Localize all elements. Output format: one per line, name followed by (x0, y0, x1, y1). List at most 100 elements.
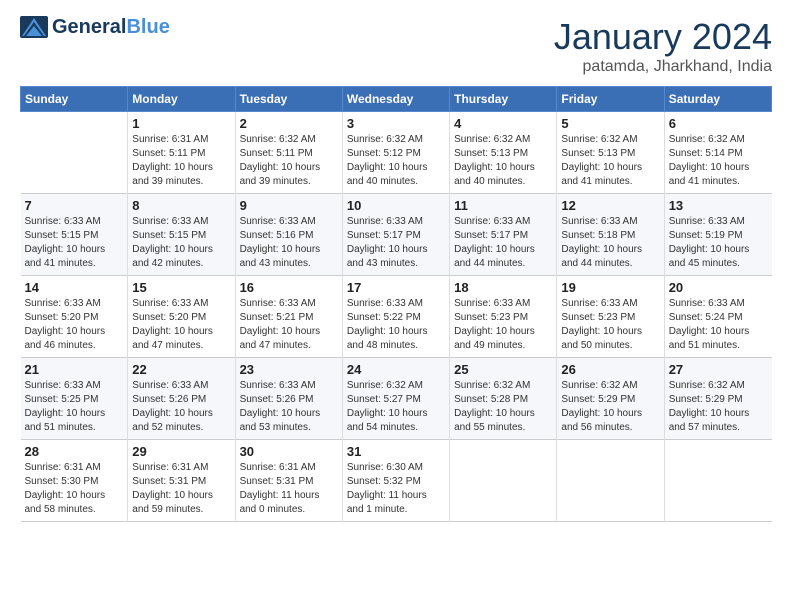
day-info: Sunrise: 6:32 AM Sunset: 5:13 PM Dayligh… (561, 133, 659, 189)
calendar-day: 19Sunrise: 6:33 AM Sunset: 5:23 PM Dayli… (557, 276, 664, 358)
title-block: January 2024 patamda, Jharkhand, India (554, 16, 772, 76)
logo-general: General (52, 16, 126, 38)
calendar-day: 25 Sunrise: 6:32 AM Sunset: 5:28 PM Dayli… (450, 358, 557, 440)
day-number: 6 (669, 116, 768, 131)
day-info: Sunrise: 6:32 AM Sunset: 5:29 PM Dayligh… (561, 379, 659, 435)
calendar-day: 23 Sunrise: 6:33 AM Sunset: 5:26 PM Dayli… (235, 358, 342, 440)
day-info: Sunrise: 6:33 AM Sunset: 5:24 PM Dayligh… (669, 297, 768, 353)
logo: GeneralBlue (20, 16, 170, 38)
day-number: 24 (347, 362, 445, 377)
day-number: 31 (347, 444, 445, 459)
calendar-day: 15 Sunrise: 6:33 AM Sunset: 5:20 PM Dayli… (128, 276, 235, 358)
month-title: January 2024 (554, 16, 772, 58)
calendar-week-4: 21 Sunrise: 6:33 AM Sunset: 5:25 PM Dayli… (21, 358, 772, 440)
calendar-day (450, 440, 557, 522)
day-number: 25 (454, 362, 552, 377)
day-info: Sunrise: 6:33 AM Sunset: 5:19 PM Dayligh… (669, 215, 768, 271)
calendar-day: 9Sunrise: 6:33 AM Sunset: 5:16 PM Daylig… (235, 194, 342, 276)
col-wednesday: Wednesday (342, 87, 449, 112)
day-info: Sunrise: 6:31 AM Sunset: 5:11 PM Dayligh… (132, 133, 230, 189)
calendar-week-2: 7 Sunrise: 6:33 AM Sunset: 5:15 PM Daylig… (21, 194, 772, 276)
day-number: 26 (561, 362, 659, 377)
calendar-day: 28 Sunrise: 6:31 AM Sunset: 5:30 PM Dayli… (21, 440, 128, 522)
calendar-day: 1 Sunrise: 6:31 AM Sunset: 5:11 PM Daylig… (128, 112, 235, 194)
calendar-day: 16Sunrise: 6:33 AM Sunset: 5:21 PM Dayli… (235, 276, 342, 358)
calendar-day: 3Sunrise: 6:32 AM Sunset: 5:12 PM Daylig… (342, 112, 449, 194)
day-number: 1 (132, 116, 230, 131)
day-info: Sunrise: 6:33 AM Sunset: 5:17 PM Dayligh… (454, 215, 552, 271)
calendar-day (664, 440, 771, 522)
day-number: 28 (25, 444, 124, 459)
calendar-day: 26 Sunrise: 6:32 AM Sunset: 5:29 PM Dayli… (557, 358, 664, 440)
day-number: 3 (347, 116, 445, 131)
calendar-day: 6Sunrise: 6:32 AM Sunset: 5:14 PM Daylig… (664, 112, 771, 194)
day-number: 27 (669, 362, 768, 377)
day-info: Sunrise: 6:32 AM Sunset: 5:29 PM Dayligh… (669, 379, 768, 435)
day-number: 7 (25, 198, 124, 213)
day-info: Sunrise: 6:33 AM Sunset: 5:15 PM Dayligh… (132, 215, 230, 271)
day-info: Sunrise: 6:33 AM Sunset: 5:22 PM Dayligh… (347, 297, 445, 353)
calendar-day: 30 Sunrise: 6:31 AM Sunset: 5:31 PM Dayli… (235, 440, 342, 522)
calendar-table: Sunday Monday Tuesday Wednesday Thursday… (20, 86, 772, 522)
day-info: Sunrise: 6:32 AM Sunset: 5:27 PM Dayligh… (347, 379, 445, 435)
calendar-day: 18Sunrise: 6:33 AM Sunset: 5:23 PM Dayli… (450, 276, 557, 358)
calendar-day: 17 Sunrise: 6:33 AM Sunset: 5:22 PM Dayli… (342, 276, 449, 358)
day-number: 2 (240, 116, 338, 131)
location-title: patamda, Jharkhand, India (554, 58, 772, 76)
col-friday: Friday (557, 87, 664, 112)
calendar-day: 7Sunrise: 6:33 AM Sunset: 5:15 PM Daylig… (21, 194, 128, 276)
day-number: 30 (240, 444, 338, 459)
day-info: Sunrise: 6:33 AM Sunset: 5:26 PM Dayligh… (132, 379, 230, 435)
calendar-day: 11 Sunrise: 6:33 AM Sunset: 5:17 PM Dayli… (450, 194, 557, 276)
calendar-day: 8 Sunrise: 6:33 AM Sunset: 5:15 PM Daylig… (128, 194, 235, 276)
day-number: 21 (25, 362, 124, 377)
day-number: 19 (561, 280, 659, 295)
day-number: 15 (132, 280, 230, 295)
header-row: Sunday Monday Tuesday Wednesday Thursday… (21, 87, 772, 112)
calendar-day: 27 Sunrise: 6:32 AM Sunset: 5:29 PM Dayli… (664, 358, 771, 440)
day-info: Sunrise: 6:33 AM Sunset: 5:20 PM Dayligh… (25, 297, 124, 353)
day-number: 29 (132, 444, 230, 459)
day-number: 13 (669, 198, 768, 213)
calendar-day (557, 440, 664, 522)
col-monday: Monday (128, 87, 235, 112)
calendar-body: 1 Sunrise: 6:31 AM Sunset: 5:11 PM Daylig… (21, 112, 772, 522)
day-info: Sunrise: 6:31 AM Sunset: 5:30 PM Dayligh… (25, 461, 124, 517)
col-tuesday: Tuesday (235, 87, 342, 112)
calendar-day: 24 Sunrise: 6:32 AM Sunset: 5:27 PM Dayli… (342, 358, 449, 440)
day-info: Sunrise: 6:33 AM Sunset: 5:26 PM Dayligh… (240, 379, 338, 435)
calendar-day: 14 Sunrise: 6:33 AM Sunset: 5:20 PM Dayli… (21, 276, 128, 358)
logo-blue: Blue (126, 16, 169, 38)
calendar-day: 31Sunrise: 6:30 AM Sunset: 5:32 PM Dayli… (342, 440, 449, 522)
day-number: 20 (669, 280, 768, 295)
calendar-day: 12Sunrise: 6:33 AM Sunset: 5:18 PM Dayli… (557, 194, 664, 276)
day-info: Sunrise: 6:32 AM Sunset: 5:11 PM Dayligh… (240, 133, 338, 189)
calendar-day: 29Sunrise: 6:31 AM Sunset: 5:31 PM Dayli… (128, 440, 235, 522)
calendar-day (21, 112, 128, 194)
day-number: 8 (132, 198, 230, 213)
day-number: 10 (347, 198, 445, 213)
day-number: 11 (454, 198, 552, 213)
calendar-day: 4Sunrise: 6:32 AM Sunset: 5:13 PM Daylig… (450, 112, 557, 194)
calendar-header: Sunday Monday Tuesday Wednesday Thursday… (21, 87, 772, 112)
day-info: Sunrise: 6:32 AM Sunset: 5:28 PM Dayligh… (454, 379, 552, 435)
day-info: Sunrise: 6:33 AM Sunset: 5:23 PM Dayligh… (454, 297, 552, 353)
day-info: Sunrise: 6:33 AM Sunset: 5:21 PM Dayligh… (240, 297, 338, 353)
col-saturday: Saturday (664, 87, 771, 112)
day-number: 9 (240, 198, 338, 213)
day-info: Sunrise: 6:33 AM Sunset: 5:25 PM Dayligh… (25, 379, 124, 435)
day-info: Sunrise: 6:33 AM Sunset: 5:18 PM Dayligh… (561, 215, 659, 271)
day-number: 4 (454, 116, 552, 131)
col-thursday: Thursday (450, 87, 557, 112)
calendar-week-1: 1 Sunrise: 6:31 AM Sunset: 5:11 PM Daylig… (21, 112, 772, 194)
day-info: Sunrise: 6:31 AM Sunset: 5:31 PM Dayligh… (240, 461, 338, 517)
day-info: Sunrise: 6:33 AM Sunset: 5:17 PM Dayligh… (347, 215, 445, 271)
calendar-day: 10 Sunrise: 6:33 AM Sunset: 5:17 PM Dayli… (342, 194, 449, 276)
day-number: 23 (240, 362, 338, 377)
day-number: 17 (347, 280, 445, 295)
day-number: 14 (25, 280, 124, 295)
day-number: 22 (132, 362, 230, 377)
day-info: Sunrise: 6:33 AM Sunset: 5:20 PM Dayligh… (132, 297, 230, 353)
header: GeneralBlue January 2024 patamda, Jharkh… (20, 16, 772, 76)
logo-icon (20, 16, 48, 38)
